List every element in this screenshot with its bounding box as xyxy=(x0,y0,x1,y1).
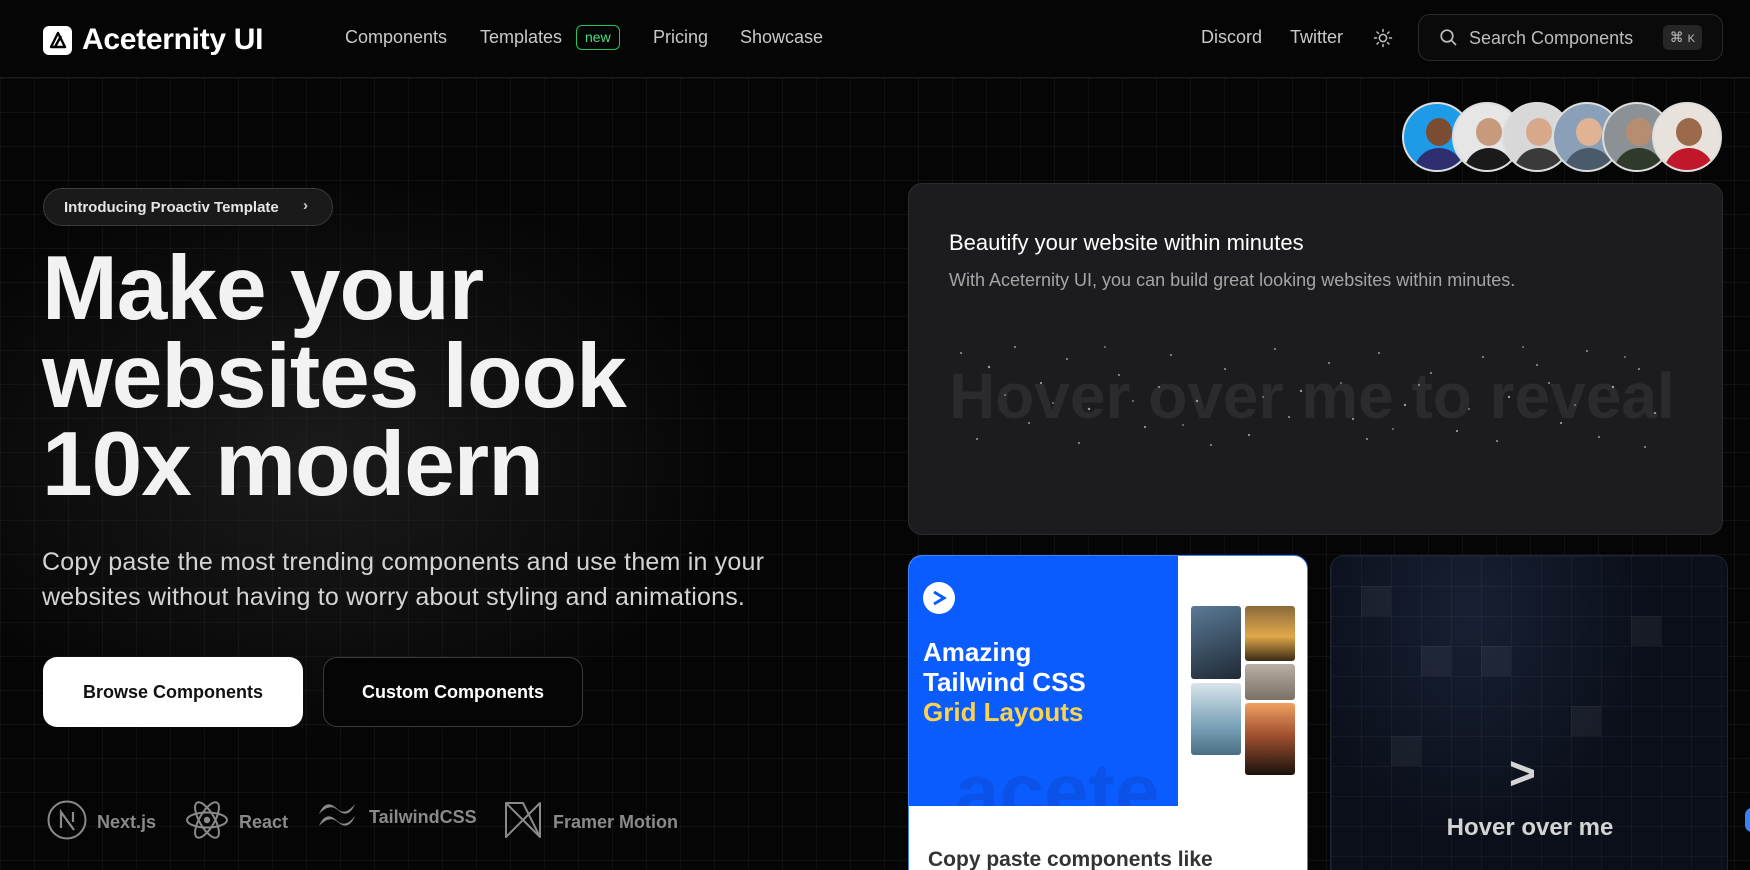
tech-framer-motion: Framer Motion xyxy=(503,800,678,845)
hover-label: Hover over me xyxy=(1446,814,1614,841)
nav-discord-link[interactable]: Discord xyxy=(1201,27,1262,48)
subtext-line-1: Copy paste the most trending components … xyxy=(42,548,765,576)
custom-components-button[interactable]: Custom Components xyxy=(323,657,583,727)
nav-twitter-link[interactable]: Twitter xyxy=(1290,27,1343,48)
thumbnail-title-line-1: Amazing xyxy=(923,637,1032,667)
framer-icon xyxy=(503,800,543,845)
tech-nextjs: Next.js xyxy=(47,800,156,845)
ghost-watermark-text: acete xyxy=(955,747,1160,806)
browse-components-button[interactable]: Browse Components xyxy=(43,657,303,727)
floating-widget[interactable] xyxy=(1745,808,1750,832)
user-avatars xyxy=(1402,102,1727,172)
tailwind-icon xyxy=(315,800,359,835)
photo-tile xyxy=(1245,606,1295,661)
hover-effect-card[interactable]: > Hover over me xyxy=(1330,555,1728,870)
brand-circle-icon xyxy=(923,582,955,614)
k-key: K xyxy=(1687,33,1695,45)
headline-line-1: Make your xyxy=(42,238,484,339)
hero-subtext: Copy paste the most trending components … xyxy=(42,545,842,615)
text-reveal-card[interactable]: Beautify your website within minutes Wit… xyxy=(908,183,1723,535)
photo-tile xyxy=(1245,664,1295,700)
grid-layouts-card[interactable]: Amazing Tailwind CSS Grid Layouts acete … xyxy=(908,555,1308,870)
tech-label: Framer Motion xyxy=(553,812,679,832)
top-navbar: Aceternity UI Components Templates new P… xyxy=(0,0,1750,78)
search-placeholder: Search Components xyxy=(1469,28,1634,48)
brand-name: Aceternity UI xyxy=(82,23,264,56)
announcement-pill[interactable]: Introducing Proactiv Template › xyxy=(43,188,333,226)
search-icon xyxy=(1439,28,1458,52)
nav-components-link[interactable]: Components xyxy=(345,27,447,48)
tech-react: React xyxy=(185,800,288,845)
command-key: ⌘ xyxy=(1669,29,1684,45)
new-badge: new xyxy=(576,25,620,50)
nav-templates-link[interactable]: Templates xyxy=(480,27,562,48)
announcement-text: Introducing Proactiv Template xyxy=(64,198,279,216)
grid-layouts-thumbnail: Amazing Tailwind CSS Grid Layouts acete xyxy=(909,556,1178,806)
logo-icon xyxy=(43,25,72,55)
hero-headline: Make your websites look 10x modern xyxy=(42,238,802,515)
headline-line-2: websites look xyxy=(42,326,627,427)
sparkle-particles xyxy=(960,346,1657,448)
card-caption: Copy paste components like xyxy=(928,848,1213,870)
nextjs-icon xyxy=(47,800,87,845)
react-icon xyxy=(185,800,229,845)
chevron-right-icon: › xyxy=(303,197,308,214)
tech-tailwind: TailwindCSS xyxy=(315,800,477,835)
photo-tile xyxy=(1191,606,1241,679)
nav-showcase-link[interactable]: Showcase xyxy=(740,27,823,48)
tech-label: TailwindCSS xyxy=(369,807,477,827)
sun-icon[interactable] xyxy=(1373,28,1393,53)
photo-tile xyxy=(1245,703,1295,775)
brand-logo[interactable]: Aceternity UI xyxy=(43,23,263,57)
avatar[interactable] xyxy=(1652,102,1722,172)
card-description: With Aceternity UI, you can build great … xyxy=(949,270,1516,290)
keyboard-shortcut: ⌘ K xyxy=(1662,25,1702,50)
headline-line-3: 10x modern xyxy=(42,414,544,515)
subtext-line-2: websites without having to worry about s… xyxy=(42,583,746,611)
thumbnail-title: Amazing Tailwind CSS Grid Layouts xyxy=(923,637,1086,727)
thumbnail-title-line-2: Tailwind CSS xyxy=(923,667,1086,697)
card-title: Beautify your website within minutes xyxy=(949,230,1304,255)
nav-pricing-link[interactable]: Pricing xyxy=(653,27,708,48)
chevron-right-icon: > xyxy=(1509,747,1536,799)
tech-label: React xyxy=(239,812,289,832)
tech-label: Next.js xyxy=(97,812,157,832)
photo-tile xyxy=(1191,683,1241,755)
thumbnail-title-line-3: Grid Layouts xyxy=(923,697,1084,727)
search-input[interactable]: Search Components ⌘ K xyxy=(1418,14,1723,61)
